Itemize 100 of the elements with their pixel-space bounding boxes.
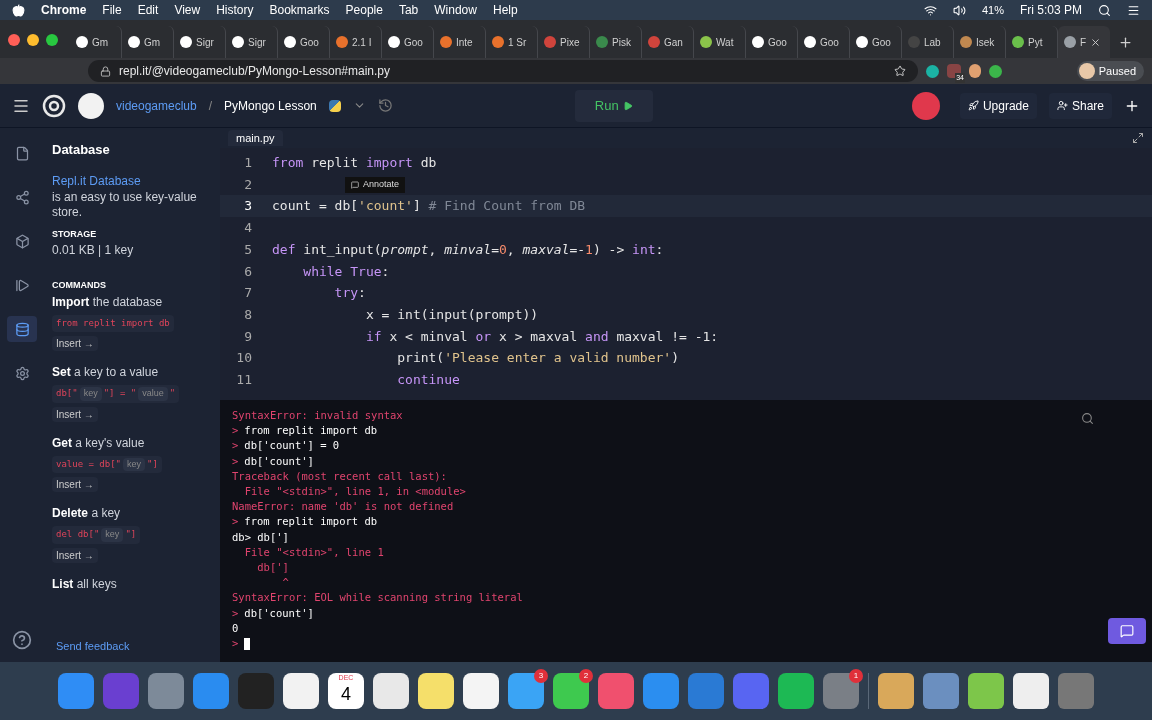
- console-line: ^: [281, 575, 289, 591]
- command-title: Get a key's value: [52, 434, 145, 452]
- history-icon[interactable]: [377, 98, 393, 113]
- console-line: File "<stdin>", line 1, in <module>: [243, 484, 466, 499]
- console-line: from replit import db: [244, 423, 378, 439]
- insert-button[interactable]: Insert →: [52, 406, 98, 422]
- add-user-icon: [1056, 100, 1068, 111]
- tab-title: F: [1080, 35, 1087, 50]
- clock[interactable]: Fri 5:03 PM: [1020, 1, 1082, 19]
- apple-icon[interactable]: [12, 3, 25, 17]
- app-icon[interactable]: [553, 673, 589, 709]
- avatar-icon[interactable]: [78, 92, 104, 119]
- app-icon[interactable]: [283, 673, 319, 709]
- owner-link[interactable]: videogameclub: [116, 96, 197, 115]
- browser-tab[interactable]: F: [1058, 26, 1110, 58]
- line-number: 11: [235, 370, 253, 389]
- notification-badge: 3: [534, 669, 548, 683]
- wifi-icon[interactable]: [923, 3, 937, 17]
- address-field[interactable]: repl.it/@videogameclub/PyMongo-Lesson#main.py: [88, 60, 918, 82]
- menu-item[interactable]: Window: [434, 1, 477, 19]
- folder-icon[interactable]: [968, 673, 1004, 709]
- storage-value: 0.01 KB | 1 key: [52, 242, 135, 259]
- code-line: def int_input(prompt, minval=0, maxval=-1) -> int:: [272, 240, 664, 259]
- volume-icon[interactable]: [952, 3, 966, 17]
- share-button[interactable]: Share: [1048, 92, 1112, 119]
- menu-item[interactable]: Help: [492, 1, 518, 19]
- menu-item[interactable]: People: [345, 1, 383, 19]
- tab-title: Pixe: [560, 35, 580, 50]
- database-icon[interactable]: [7, 316, 37, 342]
- tab-title: 1 Sr: [508, 35, 527, 50]
- extension-icon[interactable]: [989, 64, 1002, 78]
- tab-title: Goo: [768, 35, 787, 50]
- new-tab-icon[interactable]: [1118, 35, 1133, 50]
- menu-item[interactable]: File: [102, 1, 122, 19]
- profile-button[interactable]: Paused: [1076, 61, 1144, 81]
- menu-icon[interactable]: [1127, 3, 1140, 17]
- app-icon[interactable]: [373, 673, 409, 709]
- console-line: db[']: [256, 560, 289, 576]
- console-line: NameError: name 'db' is not defined: [232, 499, 454, 515]
- tab-title: Inte: [456, 35, 473, 50]
- help-icon[interactable]: [12, 630, 32, 650]
- file-tab[interactable]: main.py: [228, 129, 283, 147]
- prompt-marker: >: [232, 605, 239, 621]
- repl-name[interactable]: PyMongo Lesson: [224, 96, 317, 115]
- extension-icon[interactable]: [969, 64, 981, 78]
- insert-button[interactable]: Insert →: [52, 477, 98, 492]
- notification-badge: 2: [579, 669, 593, 683]
- run-button[interactable]: Run: [574, 89, 653, 122]
- app-icon[interactable]: [778, 673, 814, 709]
- search-icon[interactable]: [1081, 412, 1094, 425]
- description-text: is an easy to use key-value store.: [52, 189, 198, 220]
- app-icon[interactable]: [418, 673, 454, 709]
- play-icon: [622, 100, 633, 111]
- zoom-window-control[interactable]: [46, 34, 58, 46]
- url-text: repl.it/@videogameclub/PyMongo-Lesson#main.py: [119, 63, 390, 80]
- console-line: db['count']: [244, 453, 314, 469]
- line-number: 4: [243, 219, 253, 238]
- app-icon[interactable]: [463, 673, 499, 709]
- menu-item[interactable]: View: [174, 1, 201, 19]
- menu-item[interactable]: History: [216, 1, 254, 19]
- code-snippet: value = db[" key "]: [52, 455, 162, 473]
- menu-item[interactable]: Chrome: [41, 1, 87, 19]
- python-icon: [328, 99, 341, 112]
- code-snippet: del db[" key "]: [52, 526, 141, 544]
- close-icon[interactable]: [1090, 36, 1102, 48]
- battery-percent[interactable]: 41%: [981, 1, 1004, 19]
- minimize-window-control[interactable]: [27, 34, 39, 46]
- folder-icon[interactable]: [878, 673, 914, 709]
- upgrade-button[interactable]: Upgrade: [959, 92, 1037, 119]
- spiral-logo-icon[interactable]: [42, 93, 66, 118]
- tab-title: Goo: [820, 35, 839, 50]
- tab-title: 2.1 I: [352, 35, 372, 50]
- tab-title: Lab: [924, 35, 941, 50]
- prompt-marker: >: [232, 438, 239, 454]
- tab-title: Pyt: [1028, 35, 1043, 50]
- bookmark-star-icon[interactable]: [894, 65, 906, 77]
- line-number: 1: [243, 154, 253, 173]
- line-number: 6: [243, 262, 253, 281]
- insert-button[interactable]: Insert →: [52, 336, 98, 351]
- notification-badge: 1: [849, 669, 863, 683]
- insert-button[interactable]: Insert →: [52, 547, 98, 563]
- feedback-link[interactable]: Send feedback: [56, 637, 130, 654]
- chat-icon[interactable]: [1108, 618, 1146, 644]
- extension-icon[interactable]: [926, 64, 939, 78]
- menu-item[interactable]: Edit: [137, 1, 159, 19]
- menu-item[interactable]: Tab: [398, 1, 419, 19]
- tab-title: Goo: [404, 35, 423, 50]
- close-window-control[interactable]: [8, 34, 20, 46]
- line-number: 7: [243, 284, 253, 303]
- tooltip: Annotate: [345, 177, 406, 193]
- database-link[interactable]: Repl.it Database: [52, 171, 206, 190]
- menu-item[interactable]: Bookmarks: [269, 1, 330, 19]
- section-label: STORAGE: [52, 227, 98, 241]
- command-title: Import the database: [52, 293, 163, 311]
- console-line: SyntaxError: invalid syntax: [232, 408, 403, 423]
- search-icon[interactable]: [1098, 3, 1111, 17]
- tab-title: Goo: [300, 35, 319, 50]
- code-line: try:: [333, 284, 366, 303]
- folder-icon[interactable]: [1013, 673, 1049, 709]
- console-line: db> db[']: [232, 529, 289, 545]
